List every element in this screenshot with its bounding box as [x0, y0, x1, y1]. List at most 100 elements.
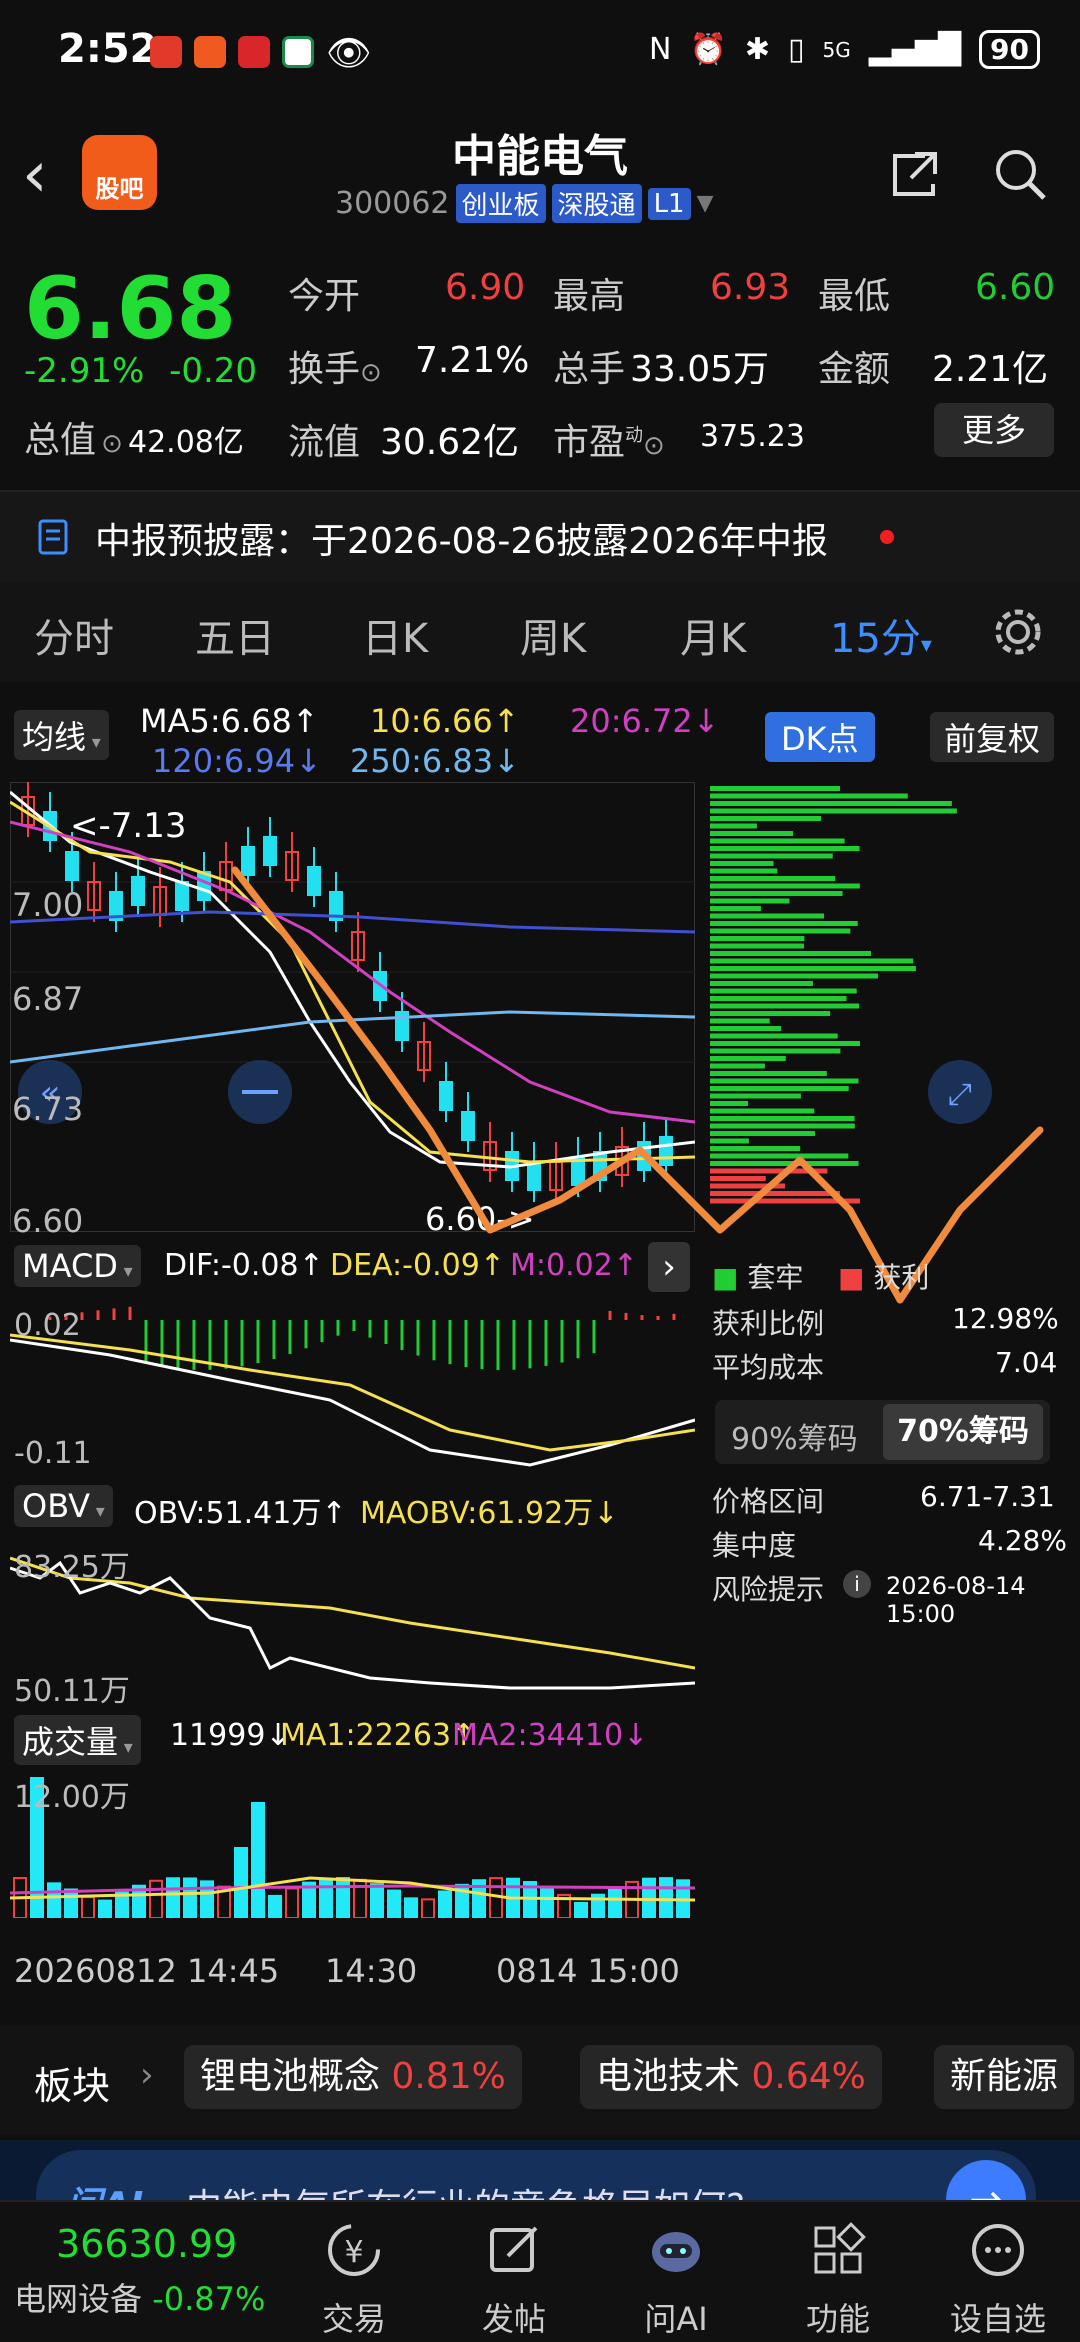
trap-square-icon: ■: [712, 1261, 739, 1294]
board-tag: 创业板: [455, 184, 546, 223]
grid-icon: [814, 2222, 866, 2274]
sector-chip-new-energy[interactable]: 新能源: [934, 2045, 1075, 2109]
index-value[interactable]: 36630.99: [56, 2222, 237, 2266]
open-label: 今开: [288, 276, 361, 317]
sector-chip-battery[interactable]: 电池技术 0.64%: [580, 2045, 882, 2109]
chevron-right-icon[interactable]: ›: [140, 2055, 154, 2095]
network-type: 5G: [822, 37, 851, 62]
obv-selector[interactable]: OBV ▾: [14, 1485, 113, 1527]
open-value: 6.90: [445, 267, 526, 308]
profit-ratio-label: 获利比例: [712, 1307, 825, 1340]
caret-down-icon: ▾: [920, 633, 932, 658]
ai-question-banner[interactable]: 问AI 中能电气所在行业的竞争格局如何? →: [0, 2140, 1080, 2200]
period-tabs: 分时 五日 日K 周K 月K 15分▾: [0, 582, 1080, 682]
stock-header: ‹ 股吧 中能电气 300062 创业板 深股通 L1 ▼: [0, 110, 1080, 240]
bottom-nav: 36630.99 电网设备 -0.87% ¥ 交易 发帖 问AI 功能 设自选: [0, 2200, 1080, 2342]
bluetooth-icon: ✱: [744, 32, 770, 67]
caret-down-icon: ▾: [118, 1737, 133, 1758]
tab-monthly-k[interactable]: 月K: [680, 606, 746, 664]
sector-chip-name: 新能源: [950, 2056, 1059, 2097]
chart-area: 均线 ▾ MA5:6.68↑ 10:6.66↑ 20:6.72↓ 120:6.9…: [0, 690, 1080, 2020]
trap-label: 套牢: [747, 1261, 804, 1294]
info-icon[interactable]: i: [843, 1570, 871, 1598]
volume-bar: [64, 1888, 78, 1918]
volume-bar: [268, 1894, 282, 1918]
obv-tick-bottom: 50.11万: [14, 1674, 130, 1709]
chip-90-button[interactable]: 90%筹码: [731, 1414, 858, 1458]
nav-ask-ai-label: 问AI: [644, 2300, 708, 2338]
index-info[interactable]: 电网设备 -0.87%: [14, 2274, 265, 2320]
volume-bar: [370, 1883, 384, 1918]
chip-legend-profit: ■ 获利: [838, 1256, 929, 1296]
clock: 2:52: [58, 26, 158, 72]
volume-selector[interactable]: 成交量 ▾: [14, 1715, 141, 1765]
chevron-right-icon[interactable]: ›: [648, 1242, 690, 1292]
macd-chart[interactable]: [10, 1300, 695, 1470]
nav-functions-label: 功能: [805, 2300, 870, 2338]
volume-bar: [183, 1877, 197, 1918]
volume-bar: [251, 1802, 265, 1918]
obv-selector-label: OBV: [22, 1487, 91, 1525]
stock-code-row[interactable]: 300062 创业板 深股通 L1 ▼: [335, 184, 714, 223]
volume-value: 11999↓: [170, 1718, 291, 1753]
high-label: 最高: [553, 276, 626, 317]
tab-five-day[interactable]: 五日: [195, 606, 275, 664]
eye-icon: 👁: [326, 33, 372, 74]
low-value: 6.60: [975, 267, 1056, 308]
dea-value: DEA:-0.09↑: [330, 1248, 505, 1283]
nav-add-watchlist[interactable]: 设自选: [928, 2212, 1068, 2340]
nav-functions[interactable]: 功能: [768, 2212, 908, 2340]
macd-tick-top: 0.02: [14, 1308, 81, 1343]
status-right: N ⏰ ✱ ▯ 5G ▂▄▆█ 90: [649, 30, 1040, 69]
amount-label: 金额: [818, 349, 891, 390]
float-mv-label: 流值: [288, 422, 361, 463]
macd-selector[interactable]: MACD ▾: [14, 1245, 141, 1287]
info-icon[interactable]: ⊙: [643, 431, 665, 461]
ai-question-pill[interactable]: 问AI 中能电气所在行业的竞争格局如何? →: [36, 2150, 1036, 2200]
gear-icon[interactable]: [990, 604, 1046, 660]
alarm-icon: ⏰: [689, 32, 727, 67]
nav-trade[interactable]: ¥ 交易: [284, 2212, 424, 2340]
nav-post[interactable]: 发帖: [444, 2212, 584, 2340]
nfc-icon: N: [649, 32, 672, 67]
chip-70-button[interactable]: 70%筹码: [883, 1404, 1043, 1460]
x-label-right: 0814 15:00: [496, 1952, 680, 1990]
total-mv-label: 总值: [24, 420, 97, 461]
status-bar: 2:52 👁 N ⏰ ✱ ▯ 5G ▂▄▆█ 90: [0, 0, 1080, 110]
concentration-value: 4.28%: [978, 1524, 1067, 1557]
turnover-value: 7.21%: [415, 340, 530, 381]
notice-text: 中报预披露：于2026-08-26披露2026年中报: [95, 521, 828, 562]
tab-daily-k[interactable]: 日K: [362, 606, 428, 664]
more-button[interactable]: 更多: [934, 403, 1054, 457]
tab-intraday[interactable]: 分时: [34, 606, 114, 664]
sector-label: 板块: [34, 2064, 111, 2108]
search-icon[interactable]: [990, 144, 1050, 204]
concentration-label: 集中度: [712, 1529, 797, 1562]
tab-weekly-k[interactable]: 周K: [520, 606, 586, 664]
arrow-right-icon[interactable]: →: [946, 2160, 1026, 2200]
level-tag: L1: [647, 187, 691, 220]
sector-chip-pct: 0.81%: [391, 2056, 506, 2097]
change-pct: -2.91%: [24, 351, 145, 391]
tab-15min-label: 15分: [830, 616, 921, 662]
document-icon: [38, 519, 68, 555]
change-abs: -0.20: [169, 351, 258, 391]
share-icon[interactable]: [885, 144, 945, 204]
volume-bar: [149, 1879, 163, 1918]
risk-time: 2026-08-14 15:00: [886, 1572, 1026, 1628]
pe-label: 市盈动⊙: [553, 413, 665, 465]
nav-ask-ai[interactable]: 问AI: [606, 2212, 746, 2340]
obv-value: OBV:51.41万↑: [134, 1496, 347, 1531]
sector-chip-lithium[interactable]: 锂电池概念 0.81%: [184, 2045, 522, 2109]
total-mv-row: 总值 ⊙ 42.08亿: [24, 411, 244, 463]
info-icon[interactable]: ⊙: [101, 429, 123, 459]
profit-ratio-value: 12.98%: [952, 1302, 1059, 1335]
volume-tick: 12.00万: [14, 1780, 130, 1815]
sector-chip-name: 电池技术: [596, 2056, 741, 2097]
guba-notification-icon: [194, 36, 226, 68]
ai-brand: 问AI: [66, 2176, 143, 2200]
info-icon[interactable]: ⊙: [360, 358, 382, 388]
notice-bar[interactable]: 中报预披露：于2026-08-26披露2026年中报: [0, 490, 1080, 584]
tab-15min[interactable]: 15分▾: [830, 606, 932, 664]
x-label-mid: 14:30: [325, 1952, 418, 1990]
